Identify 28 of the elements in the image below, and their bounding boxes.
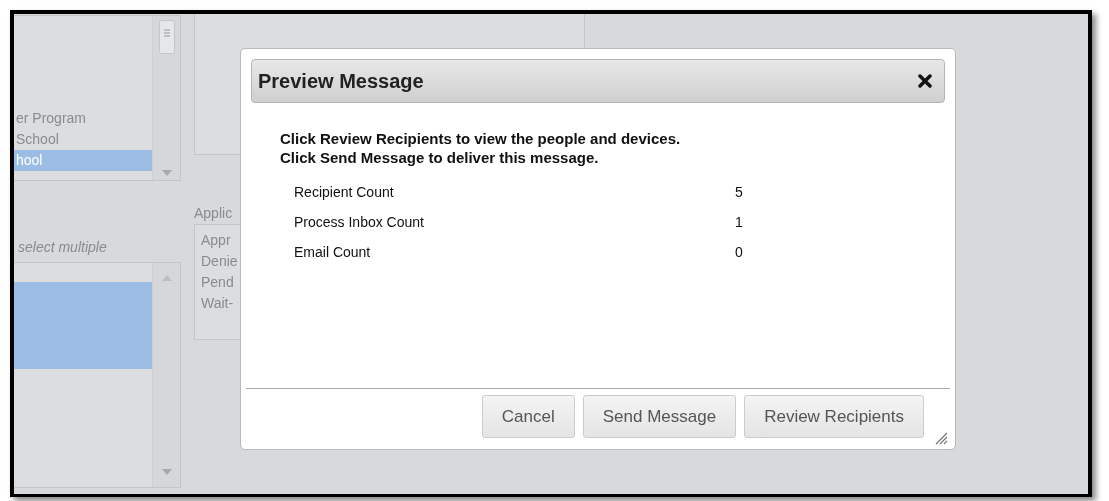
resize-grip-icon[interactable] [934,431,948,445]
count-value: 0 [735,243,743,262]
dialog-button[interactable]: Review Recipients [744,395,924,438]
list-item[interactable]: School [14,129,152,150]
list-item[interactable]: Wait- [201,293,241,314]
scroll-up-icon[interactable] [161,275,172,281]
count-label: Process Inbox Count [294,213,425,232]
field-label: Applic [194,204,233,223]
list-item[interactable]: Appr [201,230,241,251]
list-item[interactable]: er Program [14,108,152,129]
count-value: 5 [735,183,743,202]
instruction-text: Click Review Recipients to view the people and devices. Click Send Message to deliver this message. [280,129,682,167]
scroll-down-icon[interactable] [161,469,172,475]
dialog-button[interactable]: Cancel [481,395,575,438]
count-label: Email Count [294,243,372,262]
hint-text: select multiple [17,238,108,257]
list-item[interactable]: Pend [201,272,241,293]
status-listbox[interactable]: Appr Denie Pend Wait- [194,224,241,340]
dialog-title: Preview Message [258,69,424,93]
close-icon[interactable] [918,74,932,88]
scroll-down-icon[interactable] [161,170,172,176]
dialog-button[interactable]: Send Message [582,395,737,438]
scroll-thumb-icon[interactable] [158,20,175,54]
count-value: 1 [735,213,743,232]
list-item[interactable]: hool [14,150,152,171]
selected-list-row[interactable] [14,282,152,369]
count-label: Recipient Count [294,183,395,202]
list-item[interactable]: Denie [201,251,241,272]
